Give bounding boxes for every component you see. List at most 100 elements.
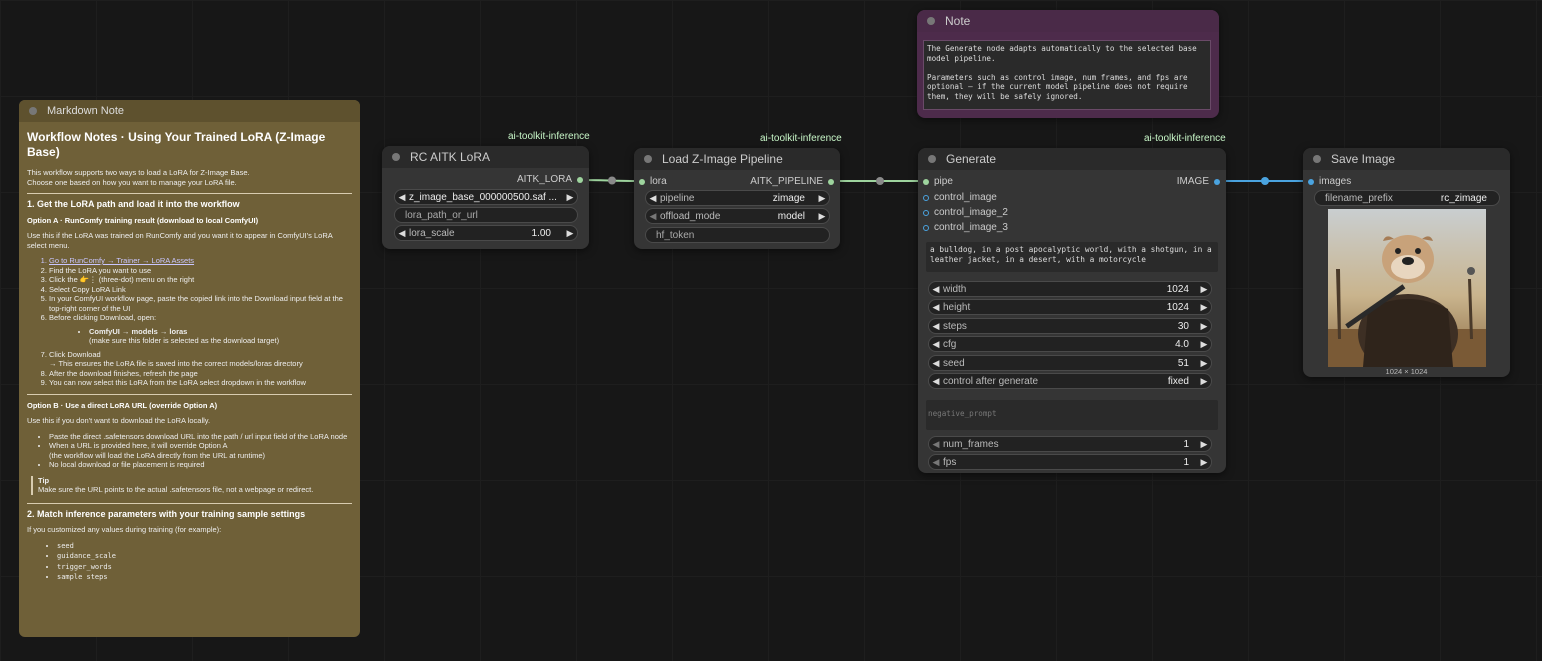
output-slot-aitk-lora[interactable]: AITK_LORA [517, 174, 583, 185]
seed-stepper[interactable]: ◀ seed 51 ▶ [928, 355, 1212, 371]
output-slot-aitk-pipeline[interactable]: AITK_PIPELINE [750, 176, 834, 187]
right-arrow-icon[interactable]: ▶ [563, 192, 577, 203]
markdown-note-body: Workflow Notes · Using Your Trained LoRA… [19, 122, 360, 583]
right-arrow-icon[interactable]: ▶ [1197, 439, 1211, 450]
markdown-note-node[interactable]: Markdown Note Workflow Notes · Using You… [19, 100, 360, 637]
option-a-heading: Option A · RunComfy training result (dow… [27, 215, 259, 225]
control-after-generate-select[interactable]: ◀ control after generate fixed ▶ [928, 373, 1212, 389]
filename-prefix-input[interactable]: filename_prefix rc_zimage [1314, 190, 1500, 206]
node-header[interactable]: RC AITK LoRA [382, 146, 589, 168]
lora-node[interactable]: RC AITK LoRA AITK_LORA ◀ z_image_base_00… [382, 146, 589, 249]
negative-prompt-textarea[interactable]: negative_prompt [926, 400, 1218, 430]
widget-value: model [777, 210, 805, 222]
left-arrow-icon[interactable]: ◀ [646, 211, 660, 222]
steps-stepper[interactable]: ◀ steps 30 ▶ [928, 318, 1212, 334]
right-arrow-icon[interactable]: ▶ [1197, 358, 1211, 369]
right-arrow-icon[interactable]: ▶ [1197, 376, 1211, 387]
node-status-dot[interactable] [928, 155, 936, 163]
node-title: Load Z-Image Pipeline [662, 152, 783, 166]
right-arrow-icon[interactable]: ▶ [815, 193, 829, 204]
list-item: Click the 👉⋮ (three-dot) menu on the rig… [49, 275, 352, 285]
input-dot[interactable] [923, 178, 929, 185]
hf-token-input[interactable]: hf_token [645, 227, 830, 243]
pipeline-select[interactable]: ◀ pipeline zimage ▶ [645, 190, 830, 206]
output-slot-image[interactable]: IMAGE [1177, 176, 1220, 187]
left-arrow-icon[interactable]: ◀ [929, 457, 943, 468]
input-dot[interactable] [1308, 178, 1314, 185]
right-arrow-icon[interactable]: ▶ [563, 228, 577, 239]
slot-label: lora [650, 176, 667, 187]
output-dot[interactable] [1214, 178, 1220, 185]
widget-label: height [943, 301, 971, 313]
wire-reroute-dot[interactable] [876, 177, 884, 185]
fps-stepper[interactable]: ◀ fps 1 ▶ [928, 454, 1212, 470]
left-arrow-icon[interactable]: ◀ [929, 302, 943, 313]
input-dot[interactable] [923, 224, 929, 231]
right-arrow-icon[interactable]: ▶ [1197, 339, 1211, 350]
left-arrow-icon[interactable]: ◀ [929, 339, 943, 350]
input-dot[interactable] [923, 209, 929, 216]
divider [27, 502, 352, 504]
input-slot-images[interactable]: images [1308, 176, 1351, 187]
list-item: sample steps [57, 572, 352, 583]
node-header[interactable]: Generate [918, 148, 1226, 170]
node-header[interactable]: Load Z-Image Pipeline [634, 148, 840, 170]
right-arrow-icon[interactable]: ▶ [1197, 302, 1211, 313]
right-arrow-icon[interactable]: ▶ [815, 211, 829, 222]
node-status-dot[interactable] [644, 155, 652, 163]
width-stepper[interactable]: ◀ width 1024 ▶ [928, 281, 1212, 297]
pipeline-node[interactable]: Load Z-Image Pipeline lora AITK_PIPELINE… [634, 148, 840, 249]
input-slot-control-image-2[interactable]: control_image_2 [923, 207, 1008, 218]
input-slot-lora[interactable]: lora [639, 176, 667, 187]
note-textarea[interactable]: The Generate node adapts automatically t… [923, 40, 1211, 110]
right-arrow-icon[interactable]: ▶ [1197, 457, 1211, 468]
list-item[interactable]: Go to RunComfy → Trainer → LoRA Assets [49, 256, 352, 266]
input-dot[interactable] [923, 194, 929, 201]
offload-mode-select[interactable]: ◀ offload_mode model ▶ [645, 208, 830, 224]
markdown-h1: Workflow Notes · Using Your Trained LoRA… [27, 130, 326, 159]
node-status-dot[interactable] [927, 17, 935, 25]
left-arrow-icon[interactable]: ◀ [395, 192, 409, 203]
right-arrow-icon[interactable]: ▶ [1197, 321, 1211, 332]
left-arrow-icon[interactable]: ◀ [929, 284, 943, 295]
widget-label: num_frames [943, 438, 999, 450]
input-dot[interactable] [639, 178, 645, 185]
widget-label: steps [943, 320, 967, 332]
wire-reroute-dot[interactable] [1261, 177, 1269, 185]
node-status-dot[interactable] [392, 153, 400, 161]
cfg-stepper[interactable]: ◀ cfg 4.0 ▶ [928, 336, 1212, 352]
output-dot[interactable] [577, 176, 583, 183]
right-arrow-icon[interactable]: ▶ [1197, 284, 1211, 295]
output-dot[interactable] [828, 178, 834, 185]
widget-value: 1.00 [531, 227, 551, 239]
node-badge: ai-toolkit-inference [760, 133, 842, 144]
height-stepper[interactable]: ◀ height 1024 ▶ [928, 299, 1212, 315]
lora-file-select[interactable]: ◀ z_image_base_000000500.saf ... ▶ [394, 189, 578, 205]
lora-scale-stepper[interactable]: ◀ lora_scale 1.00 ▶ [394, 225, 578, 241]
save-image-node[interactable]: Save Image images filename_prefix rc_zim… [1303, 148, 1510, 377]
wire-reroute-dot[interactable] [608, 176, 616, 185]
prompt-textarea[interactable]: a bulldog, in a post apocalyptic world, … [926, 242, 1218, 272]
left-arrow-icon[interactable]: ◀ [395, 228, 409, 239]
node-header[interactable]: Save Image [1303, 148, 1510, 170]
input-slot-control-image[interactable]: control_image [923, 192, 997, 203]
num-frames-stepper[interactable]: ◀ num_frames 1 ▶ [928, 436, 1212, 452]
left-arrow-icon[interactable]: ◀ [929, 358, 943, 369]
node-status-dot[interactable] [29, 107, 37, 115]
input-slot-pipe[interactable]: pipe [923, 176, 953, 187]
left-arrow-icon[interactable]: ◀ [929, 376, 943, 387]
left-arrow-icon[interactable]: ◀ [929, 321, 943, 332]
generate-node[interactable]: Generate pipe control_image control_imag… [918, 148, 1226, 473]
note-node[interactable]: Note The Generate node adapts automatica… [917, 10, 1219, 118]
left-arrow-icon[interactable]: ◀ [929, 439, 943, 450]
output-image-preview[interactable] [1328, 209, 1486, 367]
node-status-dot[interactable] [1313, 155, 1321, 163]
input-slot-control-image-3[interactable]: control_image_3 [923, 222, 1008, 233]
lora-path-input[interactable]: lora_path_or_url [394, 207, 578, 223]
node-header[interactable]: Note [917, 10, 1219, 32]
left-arrow-icon[interactable]: ◀ [646, 193, 660, 204]
image-size-label: 1024 × 1024 [1385, 367, 1428, 376]
node-title: RC AITK LoRA [410, 150, 491, 164]
markdown-note-header[interactable]: Markdown Note [19, 100, 360, 122]
node-badge: ai-toolkit-inference [508, 131, 590, 142]
